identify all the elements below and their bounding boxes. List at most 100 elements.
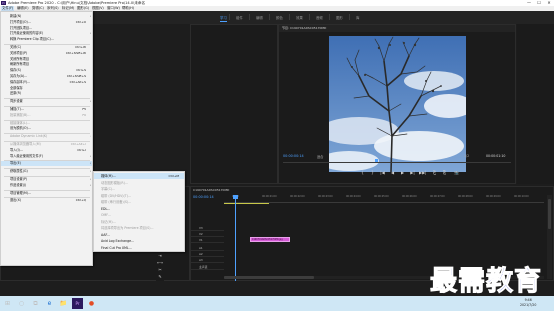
file-menu-item[interactable]: 导入最近使用的文件(F) › (1, 154, 92, 159)
workspace-tab-color[interactable]: 颜色 (276, 15, 283, 20)
go-to-out-icon[interactable]: ▶▶| (419, 169, 427, 177)
edge-icon[interactable]: e (44, 298, 55, 309)
file-menu-item[interactable]: 从媒体浏览器导入(M) Ctrl+Alt+I (1, 142, 92, 147)
ruler-tick: 00:00:03:00 (318, 195, 333, 198)
file-menu-item[interactable]: 关闭(C) Ctrl+W (1, 45, 92, 50)
premiere-icon[interactable]: Pr (72, 298, 83, 309)
file-menu-item[interactable]: 还原(R) (1, 91, 92, 96)
program-timecode[interactable]: 00:00:00:14 (283, 154, 304, 158)
file-menu-item[interactable]: 关闭项目(P) Ctrl+Shift+W (1, 51, 92, 56)
menu-item-label: 转换 Premiere Clip 项目(C)... (10, 37, 54, 42)
app-icon[interactable]: ● (86, 298, 97, 309)
menu-item-label: 关闭(C) (10, 45, 22, 49)
workspace-tab-libraries[interactable]: 库 (356, 15, 359, 20)
file-menu-item[interactable]: 打开项目(O)... Ctrl+O (1, 20, 92, 25)
explorer-icon[interactable]: 📁 (58, 298, 69, 309)
file-menu-item[interactable]: 获取属性(G) › (1, 169, 92, 174)
workspace-tab-editing[interactable]: 编辑 (256, 15, 263, 20)
play-icon[interactable]: ▶ (399, 169, 406, 177)
scrollbar-thumb[interactable] (224, 276, 314, 279)
file-menu-item[interactable]: 保存副本(Y)... Ctrl+Alt+S (1, 80, 92, 85)
file-menu-item[interactable]: 全部保存 (1, 86, 92, 91)
step-forward-icon[interactable]: ▶| (409, 169, 416, 177)
menu-item-shortcut: Ctrl+Alt+S (69, 79, 86, 84)
file-menu-item[interactable]: 项目设置(P) › (1, 177, 92, 182)
file-menu-item[interactable]: 另存为(A)... Ctrl+Shift+S (1, 74, 92, 79)
export-menu-item[interactable]: AAF... (94, 232, 184, 238)
track-header-v1[interactable]: V1 (191, 237, 224, 243)
program-resolution-dropdown[interactable]: 1/2 (464, 154, 469, 158)
work-area-bar[interactable] (224, 203, 269, 204)
export-menu-item[interactable]: 磁带 (DV/HDV)(T)... (94, 193, 184, 199)
export-menu-item[interactable]: 动态图形模板(R)... (94, 180, 184, 186)
file-menu-item[interactable]: 项目管理(M)... (1, 191, 92, 196)
file-menu-item[interactable]: 关闭所有项目 (1, 57, 92, 62)
timeline-clip[interactable]: C190701ADSC05170MD.jpg (250, 237, 290, 242)
ruler-tick: 00:00:05:00 (374, 195, 389, 198)
file-menu-item[interactable]: 导出(E) › (1, 161, 92, 167)
workspace-tab-graphics[interactable]: 图形 (336, 15, 343, 20)
export-menu-item[interactable]: 标记(M)... (94, 219, 184, 225)
export-menu-item[interactable]: 将选择项导出为 Premiere 项目(S)... (94, 225, 184, 231)
step-back-icon[interactable]: ◀ (389, 169, 396, 177)
timeline-playhead-line[interactable] (235, 195, 236, 281)
file-menu-item[interactable]: 作品设置(J) › (1, 183, 92, 188)
scrollbar-thumb[interactable] (548, 199, 551, 229)
workspace-tab-assembly[interactable]: 组件 (236, 15, 243, 20)
timeline-sequence-name[interactable]: C190701ADSC05170MD (193, 187, 229, 194)
file-menu-item[interactable]: 同步设置 › (1, 99, 92, 104)
taskbar-clock[interactable]: 9:46 2021/7/20 (520, 298, 536, 308)
timeline-ruler[interactable]: 00:00 00:00:01:00 00:00:02:00 00:00:03:0… (224, 195, 544, 203)
export-menu-item[interactable]: Final Cut Pro XML... (94, 245, 184, 251)
submenu-arrow-icon: › (89, 31, 91, 36)
program-monitor-title: 节目: C190701ADSC05170MD (279, 25, 515, 32)
export-menu-item[interactable]: EDL... (94, 206, 184, 212)
ripple-edit-tool-icon[interactable]: ⟷ (157, 260, 163, 266)
file-menu-item[interactable]: 捕捉(T)... F5 (1, 107, 92, 112)
workspace-tab-audio[interactable]: 音频 (316, 15, 323, 20)
lift-icon[interactable]: ⎗ (431, 169, 438, 177)
file-menu-item[interactable]: 打开最近使用的内容(E) › (1, 31, 92, 36)
file-menu-item[interactable]: 导入(I)... Ctrl+I (1, 148, 92, 153)
task-view-icon[interactable]: ⧉ (30, 298, 41, 309)
file-menu-item[interactable]: 保存(S) Ctrl+S (1, 68, 92, 73)
export-menu-item[interactable]: 磁带 (串行设备)(S)... (94, 199, 184, 205)
menu-item-label: 磁带 (DV/HDV)(T)... (101, 193, 131, 198)
program-playhead[interactable] (375, 159, 378, 162)
submenu-arrow-icon: › (89, 182, 91, 187)
clock-date: 2021/7/20 (520, 303, 537, 307)
export-frame-icon[interactable]: 📷 (453, 169, 460, 177)
file-menu-item[interactable]: 刷新所有项目 (1, 62, 92, 67)
file-menu-item[interactable]: 链接媒体(L)... (1, 121, 92, 126)
file-menu-item[interactable]: 转换 Premiere Clip 项目(C)... (1, 37, 92, 42)
pen-tool-icon[interactable]: ✎ (157, 274, 163, 280)
menu-item-label: 退出(X) (10, 198, 22, 203)
file-menu-item[interactable]: 新建(N) › (1, 14, 92, 19)
file-menu-item[interactable]: 打开团队项目... (1, 26, 92, 31)
file-menu-item[interactable]: 设为脱机(O)... (1, 126, 92, 131)
export-menu-item[interactable]: 字幕(C)... (94, 186, 184, 192)
workspace-tab-effects[interactable]: 效果 (296, 15, 303, 20)
file-menu-item[interactable]: Adobe Dynamic Link(K) › (1, 134, 92, 139)
mark-in-icon[interactable]: { (359, 169, 366, 177)
menu-item-label: 将选择项导出为 Premiere 项目(S)... (101, 226, 154, 230)
timeline-timecode[interactable]: 00:00:00:14 (193, 195, 214, 199)
program-ruler[interactable] (283, 159, 511, 163)
export-menu-item[interactable]: 媒体(M)... Ctrl+M (94, 173, 184, 179)
track-header-a3[interactable]: A3 (191, 257, 224, 263)
file-menu-item[interactable]: 退出(X) Ctrl+Q (1, 198, 92, 203)
export-menu-item[interactable]: Avid Log Exchange... (94, 238, 184, 244)
mark-out-icon[interactable]: } (369, 169, 376, 177)
menu-item-shortcut: F5 (82, 107, 86, 111)
export-menu-item[interactable]: OMF... (94, 212, 184, 218)
workspace-tab-learn[interactable]: 学习 (220, 15, 227, 22)
timeline-vertical-scrollbar[interactable] (547, 195, 552, 279)
start-icon[interactable]: ⊞ (2, 298, 13, 309)
file-menu-item[interactable]: 批量捕捉(B)... F6 (1, 113, 92, 118)
extract-icon[interactable]: ⎘ (441, 169, 448, 177)
track-header-master[interactable]: 主声道 (191, 264, 224, 270)
go-to-in-icon[interactable]: |◀ (379, 169, 386, 177)
razor-tool-icon[interactable]: ✂ (157, 267, 163, 273)
track-select-tool-icon[interactable]: ⇥ (157, 253, 163, 259)
search-icon[interactable]: ○ (16, 298, 27, 309)
